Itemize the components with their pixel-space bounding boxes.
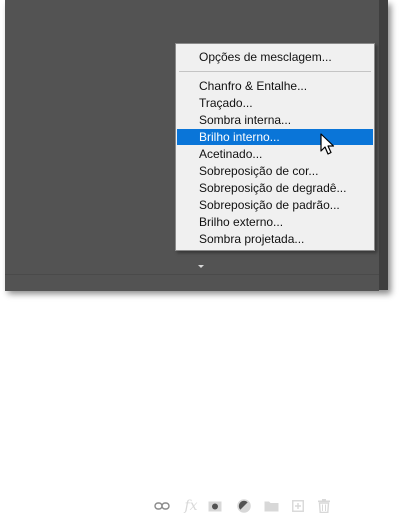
panel-edge	[379, 0, 388, 290]
menu-item-pattern-overlay[interactable]: Sobreposição de padrão...	[177, 197, 373, 213]
menu-item-gradient-overlay[interactable]: Sobreposição de degradê...	[177, 180, 373, 196]
menu-item-inner-glow[interactable]: Brilho interno...	[177, 129, 373, 145]
new-layer-icon[interactable]	[289, 498, 307, 514]
menu-item-drop-shadow[interactable]: Sombra projetada...	[177, 231, 373, 247]
menu-item-bevel-emboss[interactable]: Chanfro & Entalhe...	[177, 78, 373, 94]
menu-item-outer-glow[interactable]: Brilho externo...	[177, 214, 373, 230]
adjustment-layer-icon[interactable]	[235, 498, 253, 514]
fx-button[interactable]: fx	[181, 498, 201, 514]
fx-dropdown-arrow-icon	[198, 265, 204, 268]
mouse-cursor-icon	[320, 133, 336, 157]
trash-icon[interactable]	[315, 498, 333, 514]
folder-icon[interactable]	[262, 498, 280, 514]
menu-item-satin[interactable]: Acetinado...	[177, 146, 373, 162]
fx-icon: fx	[184, 498, 198, 514]
menu-item-stroke[interactable]: Traçado...	[177, 95, 373, 111]
link-icon[interactable]	[153, 498, 171, 514]
menu-item-inner-shadow[interactable]: Sombra interna...	[177, 112, 373, 128]
menu-item-color-overlay[interactable]: Sobreposição de cor...	[177, 163, 373, 179]
add-mask-icon[interactable]	[206, 498, 224, 514]
menu-item-blending-options[interactable]: Opções de mesclagem...	[177, 49, 373, 65]
layer-style-menu: Opções de mesclagem... Chanfro & Entalhe…	[175, 43, 375, 251]
menu-separator	[179, 71, 371, 72]
panel-bottom-strip	[5, 274, 379, 291]
